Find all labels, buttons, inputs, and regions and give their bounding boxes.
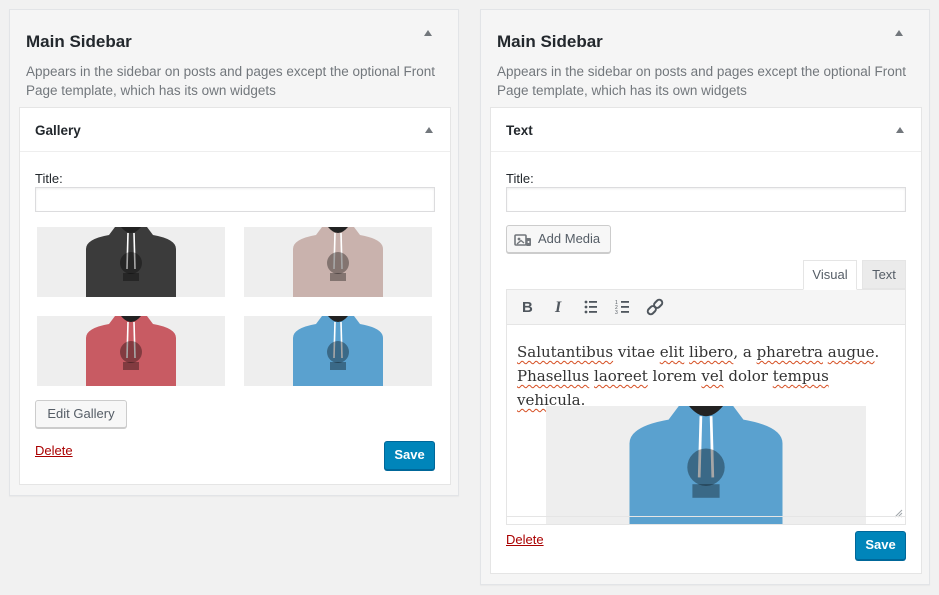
editor-word: laoreet — [594, 367, 648, 385]
text-widget: Text Title: Add Media Visual Text B I 1 … — [490, 107, 922, 574]
gallery-image[interactable] — [37, 316, 225, 386]
hoodie-illustration — [244, 316, 432, 386]
bullet-list-button[interactable] — [578, 294, 604, 320]
sidebar-title: Main Sidebar — [26, 32, 132, 51]
editor-word: vitae — [613, 343, 660, 361]
save-button[interactable]: Save — [384, 441, 435, 470]
hoodie-illustration — [37, 316, 225, 386]
title-label: Title: — [35, 171, 63, 186]
title-input[interactable] — [35, 187, 435, 212]
hoodie-illustration — [546, 406, 866, 524]
italic-button[interactable]: I — [546, 294, 572, 320]
tab-visual[interactable]: Visual — [803, 260, 857, 290]
bold-button[interactable]: B — [514, 294, 540, 320]
editor-word: tempus — [772, 367, 829, 385]
add-media-label: Add Media — [538, 231, 601, 246]
tab-text[interactable]: Text — [862, 260, 906, 289]
editor-word: augue — [827, 343, 875, 361]
gallery-widget: Gallery Title: Edit Gallery Delete Save — [19, 107, 451, 485]
add-media-icon — [514, 234, 531, 246]
sidebar-description: Appears in the sidebar on posts and page… — [497, 64, 907, 98]
numbered-list-icon: 1 2 3 — [615, 300, 629, 316]
left-sidebar-panel: Main Sidebar Appears in the sidebar on p… — [9, 9, 459, 496]
widget-header[interactable]: Text — [491, 108, 921, 152]
edit-gallery-button[interactable]: Edit Gallery — [35, 400, 127, 428]
editor-toolbar: B I 1 2 3 — [506, 289, 906, 325]
editor-word: lorem — [652, 367, 697, 385]
widget-collapse-arrow-icon[interactable] — [425, 127, 433, 133]
collapse-arrow-icon[interactable] — [895, 30, 903, 36]
svg-text:3: 3 — [615, 310, 618, 316]
right-sidebar-panel: Main Sidebar Appears in the sidebar on p… — [480, 9, 930, 585]
editor-word: elit — [659, 343, 685, 361]
editor-word: Phasellus — [517, 367, 590, 385]
svg-text:I: I — [554, 299, 562, 316]
gallery-image[interactable] — [244, 227, 432, 297]
editor-area[interactable]: Salutantibus vitae elit libero, a pharet… — [506, 325, 906, 525]
link-icon — [646, 298, 664, 316]
add-media-button[interactable]: Add Media — [506, 225, 611, 253]
delete-link[interactable]: Delete — [35, 443, 73, 458]
widget-header[interactable]: Gallery — [20, 108, 450, 152]
widget-title: Text — [506, 123, 533, 138]
editor-wrapper: Visual Text B I 1 2 3 Salutantibus vitae… — [506, 260, 906, 525]
editor-word: , a — [733, 343, 757, 361]
collapse-arrow-icon[interactable] — [424, 30, 432, 36]
editor-word: Salutantibus — [517, 343, 614, 361]
editor-word: dolor — [723, 367, 773, 385]
editor-word: . — [874, 343, 880, 361]
title-label: Title: — [506, 171, 534, 186]
save-button[interactable]: Save — [855, 531, 906, 560]
editor-word: vel — [701, 367, 724, 385]
gallery-image[interactable] — [37, 227, 225, 297]
editor-image[interactable] — [546, 406, 866, 524]
editor-bottom-border — [506, 516, 906, 517]
gallery-image[interactable] — [244, 316, 432, 386]
bullet-list-icon — [584, 300, 597, 314]
numbered-list-button[interactable]: 1 2 3 — [610, 294, 636, 320]
link-button[interactable] — [642, 294, 668, 320]
title-input[interactable] — [506, 187, 906, 212]
svg-text:B: B — [522, 299, 533, 316]
delete-link[interactable]: Delete — [506, 532, 544, 547]
widget-title: Gallery — [35, 123, 81, 138]
bold-icon: B — [522, 299, 533, 316]
editor-text: Salutantibus vitae elit libero, a pharet… — [517, 340, 897, 412]
widget-collapse-arrow-icon[interactable] — [896, 127, 904, 133]
hoodie-illustration — [244, 227, 432, 297]
editor-word: libero — [689, 343, 734, 361]
hoodie-illustration — [37, 227, 225, 297]
editor-word: pharetra — [756, 343, 823, 361]
resize-handle-icon[interactable] — [894, 505, 903, 518]
italic-icon: I — [554, 299, 562, 316]
sidebar-description: Appears in the sidebar on posts and page… — [26, 64, 436, 98]
sidebar-title: Main Sidebar — [497, 32, 603, 51]
